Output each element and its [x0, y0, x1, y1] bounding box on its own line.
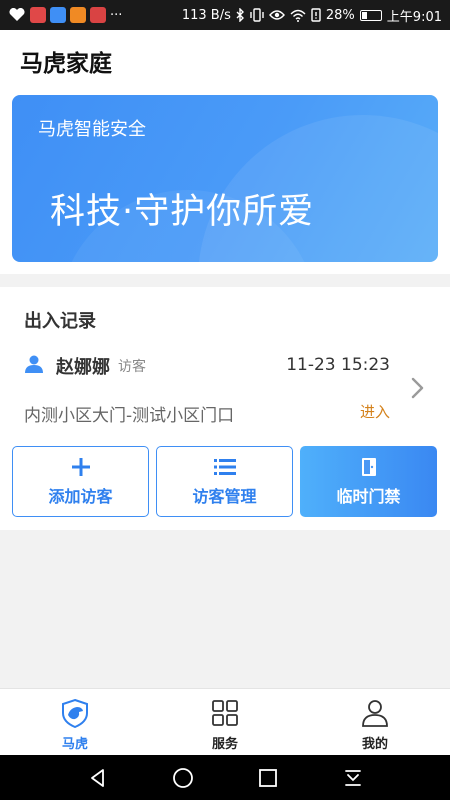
clock: 上午9:01 — [386, 9, 442, 25]
vibrate-icon — [250, 8, 264, 22]
eye-icon — [268, 10, 285, 20]
tab-service[interactable]: 服务 — [150, 689, 300, 755]
visitor-manage-label: 访客管理 — [192, 487, 257, 506]
visitor-manage-button[interactable]: 访客管理 — [156, 446, 293, 517]
app-notification-icon — [90, 7, 106, 23]
tab-mine-label: 我的 — [361, 737, 388, 752]
status-bar: ··· 113 B/s 28% 上午9:01 — [0, 0, 450, 30]
record-direction: 进入 — [359, 403, 390, 421]
plus-icon — [71, 458, 90, 476]
battery-icon — [359, 9, 382, 21]
back-button[interactable] — [83, 763, 113, 793]
chevron-right-icon[interactable] — [404, 375, 430, 401]
add-visitor-button[interactable]: 添加访客 — [12, 446, 149, 517]
add-visitor-label: 添加访客 — [48, 487, 113, 506]
bottom-tab-bar: 马虎 服务 我的 — [0, 688, 450, 755]
visitor-tag: 访客 — [118, 359, 146, 375]
recents-button[interactable] — [253, 763, 283, 793]
network-speed: 113 B/s — [181, 7, 231, 23]
mahu-logo-icon — [62, 698, 88, 728]
banner-section: 马虎智能安全 科技·守护你所爱 — [0, 88, 450, 274]
bluetooth-icon — [236, 8, 244, 22]
banner-slogan: 科技·守护你所爱 — [50, 192, 315, 232]
heart-monitor-icon — [9, 8, 25, 21]
recents-square-icon — [258, 768, 277, 787]
temp-access-button[interactable]: 临时门禁 — [300, 446, 437, 517]
visitor-name: 赵娜娜 — [56, 357, 110, 378]
wifi-icon — [290, 9, 306, 22]
pull-down-icon — [344, 769, 361, 786]
app-notification-icon — [70, 7, 86, 23]
status-notifications: ··· — [8, 7, 122, 23]
more-notifications-icon: ··· — [110, 7, 123, 23]
page-title: 马虎家庭 — [20, 51, 112, 77]
temp-access-label: 临时门禁 — [336, 487, 401, 506]
tab-mine[interactable]: 我的 — [300, 689, 450, 755]
tab-service-label: 服务 — [211, 737, 238, 752]
tab-mahu[interactable]: 马虎 — [0, 689, 150, 755]
grid-icon — [212, 700, 238, 726]
notification-pull-button[interactable] — [338, 763, 368, 793]
back-triangle-icon — [90, 768, 104, 787]
records-title: 出入记录 — [24, 311, 96, 332]
access-records-card: 出入记录 赵娜娜 访客 11-23 15:23 内测小区大门-测试小区门口 进入… — [0, 287, 450, 530]
battery-percent: 28% — [325, 7, 355, 23]
app-notification-icon — [30, 7, 46, 23]
door-icon — [361, 458, 376, 476]
app-header: 马虎家庭 — [0, 30, 450, 88]
app-notification-icon — [50, 7, 66, 23]
record-time: 11-23 15:23 — [286, 355, 390, 375]
record-gate: 内测小区大门-测试小区门口 — [24, 406, 235, 426]
promo-banner[interactable]: 马虎智能安全 科技·守护你所爱 — [12, 95, 438, 262]
system-nav-bar — [0, 755, 450, 800]
sim-alert-icon — [311, 8, 321, 22]
person-icon — [25, 355, 43, 373]
list-icon — [213, 459, 236, 475]
banner-subtitle: 马虎智能安全 — [38, 119, 146, 140]
home-button[interactable] — [168, 763, 198, 793]
user-icon — [362, 700, 388, 727]
tab-mahu-label: 马虎 — [61, 737, 88, 752]
home-circle-icon — [172, 767, 193, 788]
